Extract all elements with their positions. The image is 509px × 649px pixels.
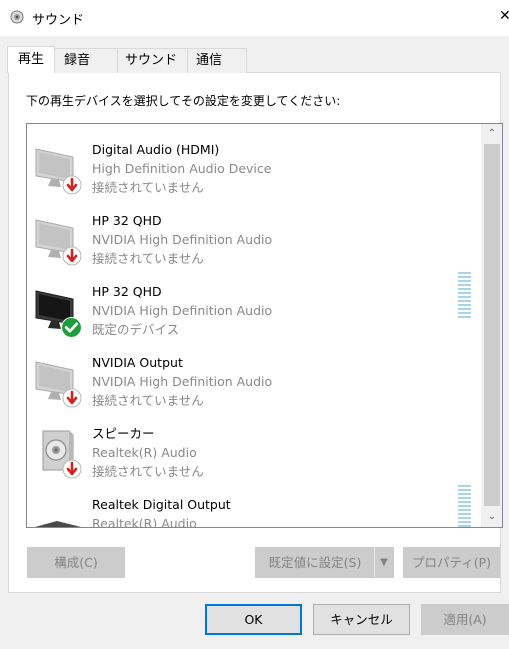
device-description: NVIDIA High Definition Audio — [92, 232, 273, 247]
tab-strip: 再生 録音 サウンド 通信 — [7, 46, 248, 73]
set-default-button[interactable]: 既定値に設定(S) — [255, 547, 375, 578]
digital-output-icon — [35, 521, 81, 527]
device-status: 接続されていません — [92, 180, 204, 195]
title-bar: サウンド ✕ — [0, 0, 509, 36]
disconnected-badge-icon — [62, 246, 82, 266]
apply-button[interactable]: 適用(A) — [421, 604, 509, 635]
device-description: NVIDIA High Definition Audio — [92, 303, 273, 318]
device-description: High Definition Audio Device — [92, 161, 272, 176]
chevron-down-icon: ⌄ — [487, 511, 497, 522]
device-item[interactable]: Realtek Digital Output Realtek(R) Audio — [27, 485, 482, 528]
ok-button[interactable]: OK — [205, 604, 302, 635]
device-status: 接続されていません — [92, 464, 204, 479]
chevron-down-icon: ▼ — [380, 557, 388, 568]
device-name: HP 32 QHD — [92, 213, 162, 228]
properties-button[interactable]: プロパティ(P) — [403, 547, 500, 578]
device-list[interactable]: Digital Audio (HDMI) High Definition Aud… — [26, 123, 503, 528]
default-check-badge-icon — [61, 317, 82, 338]
volume-level-meter — [458, 272, 471, 320]
set-default-dropdown-button[interactable]: ▼ — [374, 547, 394, 578]
close-icon: ✕ — [499, 8, 509, 24]
device-name: HP 32 QHD — [92, 284, 162, 299]
device-description: NVIDIA High Definition Audio — [92, 374, 273, 389]
speaker-app-icon — [10, 10, 24, 24]
scroll-up-button[interactable]: ⌃ — [481, 124, 502, 144]
chevron-up-icon: ⌃ — [487, 128, 497, 139]
window-title: サウンド — [32, 13, 85, 28]
tab-communications[interactable]: 通信 — [187, 48, 248, 73]
tab-sounds[interactable]: サウンド — [117, 48, 189, 73]
scroll-down-button[interactable]: ⌄ — [481, 507, 502, 527]
device-name: Realtek Digital Output — [92, 497, 231, 512]
device-name: Digital Audio (HDMI) — [92, 142, 220, 157]
disconnected-badge-icon — [62, 388, 82, 408]
cancel-button[interactable]: キャンセル — [313, 604, 410, 635]
device-item[interactable]: NVIDIA Output NVIDIA High Definition Aud… — [27, 343, 482, 414]
device-status: 接続されていません — [92, 393, 204, 408]
device-item[interactable]: HP 32 QHD NVIDIA High Definition Audio 既… — [27, 272, 482, 343]
device-status: 既定のデバイス — [92, 322, 180, 337]
device-name: スピーカー — [92, 426, 155, 441]
device-item[interactable]: Digital Audio (HDMI) High Definition Aud… — [27, 130, 482, 201]
device-name: NVIDIA Output — [92, 355, 183, 370]
instruction-text: 下の再生デバイスを選択してその設定を変更してください: — [26, 94, 341, 108]
disconnected-badge-icon — [62, 175, 82, 195]
tab-playback[interactable]: 再生 — [7, 46, 56, 73]
device-description: Realtek(R) Audio — [92, 516, 197, 528]
device-item[interactable]: HP 32 QHD NVIDIA High Definition Audio 接… — [27, 201, 482, 272]
close-button[interactable]: ✕ — [499, 6, 509, 26]
device-description: Realtek(R) Audio — [92, 445, 197, 460]
configure-button[interactable]: 構成(C) — [27, 547, 125, 578]
scrollbar-thumb[interactable] — [484, 144, 500, 506]
vertical-scrollbar[interactable]: ⌃ ⌄ — [481, 124, 502, 527]
volume-level-meter — [458, 485, 471, 527]
disconnected-badge-icon — [62, 459, 82, 479]
device-item[interactable]: スピーカー Realtek(R) Audio 接続されていません — [27, 414, 482, 485]
device-status: 接続されていません — [92, 251, 204, 266]
tab-recording[interactable]: 録音 — [54, 48, 119, 73]
